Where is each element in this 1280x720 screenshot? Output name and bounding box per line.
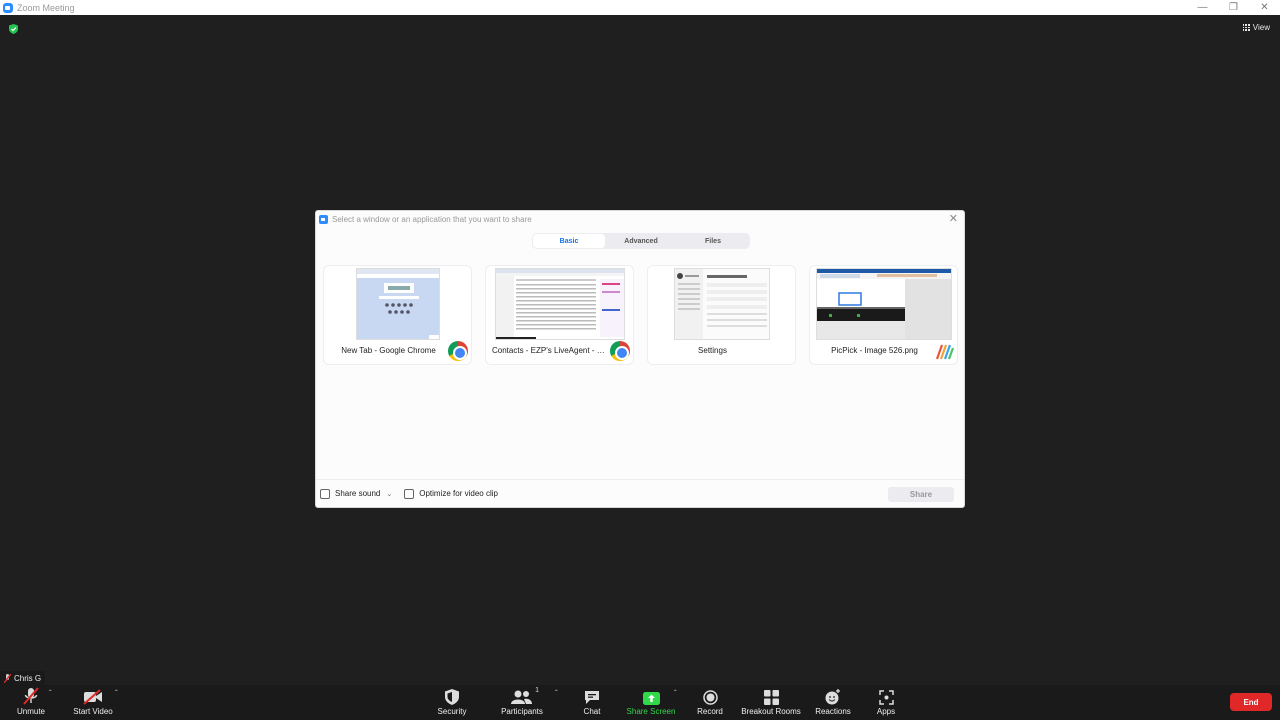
- unmute-label: Unmute: [16, 707, 45, 716]
- chat-label: Chat: [583, 707, 601, 716]
- meeting-toolbar: Unmute ˆ Start Video ˆ Security 1 Partic…: [0, 685, 1280, 720]
- tab-basic[interactable]: Basic: [533, 234, 605, 248]
- zoom-dialog-icon: [319, 214, 328, 224]
- record-label: Record: [697, 707, 723, 716]
- share-screen-icon: [642, 692, 660, 705]
- reactions-smiley-icon: [825, 689, 840, 705]
- muted-mic-icon: [4, 673, 11, 683]
- end-meeting-button[interactable]: End: [1230, 693, 1272, 711]
- reactions-label: Reactions: [815, 707, 851, 716]
- share-screen-button[interactable]: Share Screen: [626, 685, 676, 720]
- audio-options-caret-icon[interactable]: ˆ: [49, 689, 52, 698]
- apps-button[interactable]: Apps: [870, 685, 902, 720]
- security-label: Security: [437, 707, 467, 716]
- share-screen-label: Share Screen: [626, 707, 676, 716]
- share-screen-caret-icon[interactable]: ˆ: [674, 689, 677, 698]
- window-thumbnail: [815, 268, 952, 340]
- share-tabs: Basic Advanced Files: [532, 233, 750, 249]
- participant-name: Chris G: [14, 673, 42, 683]
- participants-button[interactable]: 1 Participants: [500, 685, 544, 720]
- participants-label: Participants: [501, 707, 543, 716]
- share-sound-label: Share sound: [335, 489, 381, 498]
- restore-button[interactable]: ❐: [1218, 0, 1249, 15]
- view-button[interactable]: View: [1242, 23, 1270, 32]
- title-bar: Zoom Meeting — ❐ ✕: [0, 0, 1280, 15]
- participants-icon: [511, 690, 532, 704]
- share-sound-dropdown-icon[interactable]: ⌄: [386, 490, 392, 498]
- zoom-app-icon: [3, 2, 13, 13]
- participant-name-tag: Chris G: [0, 671, 46, 685]
- window-thumbnail: [673, 268, 770, 340]
- optimize-video-label: Optimize for video clip: [419, 489, 498, 498]
- share-window-card[interactable]: Settings: [647, 265, 796, 365]
- chat-bubble-icon: [585, 691, 599, 704]
- share-window-card[interactable]: New Tab - Google Chrome: [323, 265, 472, 365]
- share-screen-dialog: Select a window or an application that y…: [315, 210, 965, 508]
- video-off-icon: [83, 689, 102, 705]
- participants-caret-icon[interactable]: ˆ: [555, 689, 558, 698]
- breakout-rooms-icon: [763, 690, 779, 705]
- window-thumbnail: [494, 268, 625, 340]
- window-controls: — ❐ ✕: [1187, 0, 1280, 15]
- record-icon: [702, 690, 718, 705]
- chat-button[interactable]: Chat: [578, 685, 606, 720]
- apps-icon: [878, 690, 894, 705]
- grid-icon: [1242, 24, 1250, 31]
- muted-microphone-icon: [23, 687, 39, 705]
- start-video-button[interactable]: Start Video: [70, 685, 116, 720]
- encryption-shield-icon[interactable]: [9, 24, 18, 34]
- close-button[interactable]: ✕: [1249, 0, 1280, 15]
- chrome-icon: [610, 341, 630, 361]
- window-thumbnail: [355, 268, 440, 340]
- start-video-label: Start Video: [73, 707, 113, 716]
- apps-label: Apps: [876, 707, 896, 716]
- view-label: View: [1252, 23, 1270, 32]
- unmute-button[interactable]: Unmute: [10, 685, 52, 720]
- video-options-caret-icon[interactable]: ˆ: [115, 689, 118, 698]
- window-title: Zoom Meeting: [17, 2, 75, 13]
- breakout-rooms-button[interactable]: Breakout Rooms: [740, 685, 802, 720]
- minimize-button[interactable]: —: [1187, 0, 1218, 15]
- optimize-video-checkbox[interactable]: [404, 488, 415, 499]
- chrome-icon: [448, 341, 468, 361]
- tab-advanced[interactable]: Advanced: [605, 234, 677, 248]
- security-button[interactable]: Security: [434, 685, 470, 720]
- window-title-label: Settings: [698, 346, 727, 355]
- breakout-rooms-label: Breakout Rooms: [741, 707, 801, 716]
- dialog-header: Select a window or an application that y…: [316, 211, 964, 227]
- dialog-title: Select a window or an application that y…: [332, 214, 532, 224]
- security-shield-icon: [445, 689, 459, 705]
- share-window-card[interactable]: Contacts - EZP's LiveAgent - Goo...: [485, 265, 634, 365]
- picpick-icon: [935, 344, 954, 360]
- share-window-card[interactable]: PicPick - Image 526.png: [809, 265, 958, 365]
- tab-files[interactable]: Files: [677, 234, 749, 248]
- participants-count: 1: [535, 687, 539, 694]
- dialog-footer: Share sound ⌄ Optimize for video clip Sh…: [316, 479, 964, 507]
- reactions-button[interactable]: Reactions: [814, 685, 852, 720]
- share-button[interactable]: Share: [888, 487, 954, 502]
- record-button[interactable]: Record: [694, 685, 726, 720]
- dialog-close-icon[interactable]: ✕: [949, 213, 958, 225]
- share-window-list: New Tab - Google Chrome Contacts - EZP's…: [323, 265, 958, 365]
- share-sound-checkbox[interactable]: [320, 488, 330, 499]
